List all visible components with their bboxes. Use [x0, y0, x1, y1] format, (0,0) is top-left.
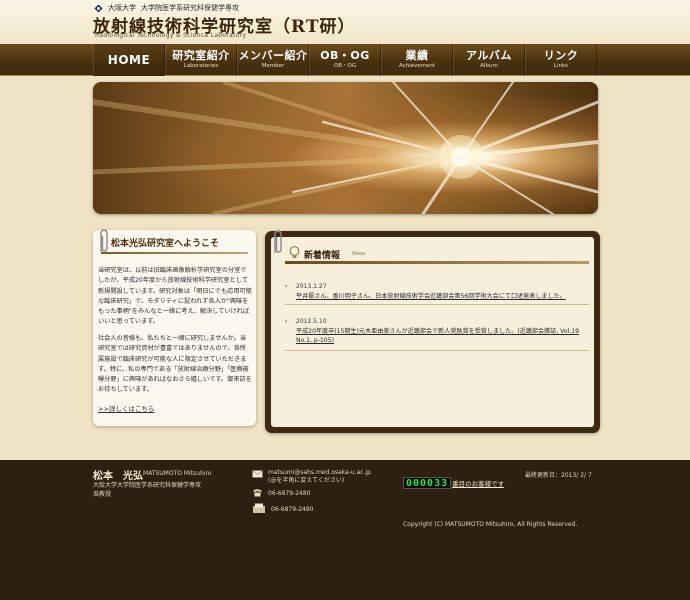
- news-divider: [285, 304, 589, 305]
- footer-name: 松本 光弘: [93, 471, 143, 482]
- nav-ob-og-sub: OB・OG: [333, 63, 357, 69]
- news-date: 2012.5.10: [296, 318, 327, 325]
- footer-fax: 06-6879-2480: [271, 506, 314, 513]
- news-link[interactable]: 平成20年度卒(15期生)元木亜由美さんが近畿部会で新人奨励賞を受賞しました。(…: [296, 327, 586, 345]
- last-updated: 最終更新日：2013/ 2/ 7: [525, 472, 592, 479]
- nav-achievement-sub: Achievement: [398, 63, 436, 69]
- welcome-paragraph-1: 当研究室は、以前は旧臨床画像解析学研究室の分室でしたが、平成20年度から放射線技…: [98, 267, 252, 326]
- counter-suffix[interactable]: 番目のお客様です: [452, 478, 504, 488]
- nav-achievement-label: 業績: [405, 49, 429, 62]
- news-panel: 新着情報 News › 2013.1.27 平井翠さん、香川明子さん、日本放射線…: [265, 230, 600, 433]
- footer-affiliation-line: 大阪大学大学院医学系研究科保健学専攻: [93, 482, 202, 489]
- nav-ob-og-label: OB・OG: [320, 49, 370, 62]
- mail-icon: [252, 470, 263, 478]
- nav-achievement[interactable]: 業績 Achievement: [381, 44, 453, 76]
- news-panel-inner: 新着情報 News › 2013.1.27 平井翠さん、香川明子さん、日本放射線…: [271, 230, 594, 427]
- footer-tel: 06-6879-2480: [268, 490, 311, 497]
- site-subtitle: Radiological Technology & Science Labora…: [95, 32, 247, 39]
- nav-album-label: アルバム: [466, 49, 512, 62]
- main-nav: HOME 研究室紹介 Laboratories メンバー紹介 Member OB…: [0, 44, 690, 76]
- news-link[interactable]: 平井翠さん、香川明子さん、日本放射線技術学会近畿部会第56回学術大会にて口述発表…: [296, 292, 586, 301]
- site-header: 大阪大学 大学院医学系研究科保健学専攻 放射線技術科学研究室（RT研） Radi…: [0, 0, 690, 44]
- footer-email-note: (@を半角に変えてください): [268, 477, 345, 484]
- nav-links-sub: Links: [553, 63, 569, 69]
- site-footer: 松本 光弘 MATSUMOTO Mitsuhiro 大阪大学大学院医学系研究科保…: [0, 460, 690, 600]
- nav-links-label: リンク: [543, 49, 579, 62]
- nav-ob-og[interactable]: OB・OG OB・OG: [309, 44, 381, 76]
- footer-affiliation: 大阪大学大学院医学系研究科保健学専攻 准教授: [93, 481, 201, 499]
- nav-laboratories-label: 研究室紹介: [172, 49, 230, 62]
- nav-home-label: HOME: [107, 53, 151, 67]
- paperclip-icon: [100, 229, 108, 252]
- welcome-paragraph-2: 社会人の皆様も、私たちと一緒に研究しませんか。当研究室では研究資材が豊富ではあり…: [98, 335, 252, 394]
- nav-member-label: メンバー紹介: [238, 49, 308, 62]
- welcome-heading: 松本光弘研究室へようこそ: [111, 239, 220, 249]
- paperclip-icon: [274, 230, 282, 253]
- nav-laboratories-sub: Laboratories: [183, 63, 219, 69]
- welcome-heading-rule: [101, 252, 248, 254]
- nav-album[interactable]: アルバム Album: [453, 44, 525, 76]
- fax-icon: [253, 503, 265, 513]
- light-burst-graphic: [93, 82, 598, 214]
- counter-digits: 000033: [403, 477, 452, 489]
- footer-email[interactable]: matsumi@sahs.med.osaka-u.ac.jp: [268, 469, 371, 477]
- news-date: 2013.1.27: [296, 283, 327, 290]
- footer-email-block: matsumi@sahs.med.osaka-u.ac.jp (@を半角に変えて…: [268, 469, 371, 485]
- footer-position: 准教授: [93, 491, 112, 498]
- chevron-right-icon: ›: [285, 318, 288, 325]
- phone-icon: [253, 489, 262, 497]
- nav-member-sub: Member: [261, 63, 285, 69]
- nav-album-sub: Album: [480, 63, 498, 69]
- welcome-panel: 松本光弘研究室へようこそ 当研究室は、以前は旧臨床画像解析学研究室の分室でしたが…: [93, 229, 256, 426]
- nav-laboratories[interactable]: 研究室紹介 Laboratories: [165, 44, 237, 76]
- news-divider: [285, 350, 589, 351]
- welcome-more-link[interactable]: >>詳しくはこちら: [98, 403, 154, 413]
- news-heading: 新着情報: [304, 251, 341, 261]
- nav-links[interactable]: リンク Links: [525, 44, 597, 76]
- footer-name-en: MATSUMOTO Mitsuhiro: [143, 470, 212, 477]
- lightbulb-icon: [289, 246, 300, 258]
- nav-home[interactable]: HOME: [93, 44, 165, 76]
- news-heading-rule: [285, 261, 589, 264]
- news-heading-en: News: [352, 251, 366, 257]
- hero-banner-image: [93, 82, 598, 214]
- access-counter: 000033 番目のお客様です: [403, 477, 504, 489]
- copyright: Copyright (C) MATSUMOTO Mitsuhiro, All R…: [403, 521, 578, 528]
- nav-member[interactable]: メンバー紹介 Member: [237, 44, 309, 76]
- chevron-right-icon: ›: [285, 283, 288, 290]
